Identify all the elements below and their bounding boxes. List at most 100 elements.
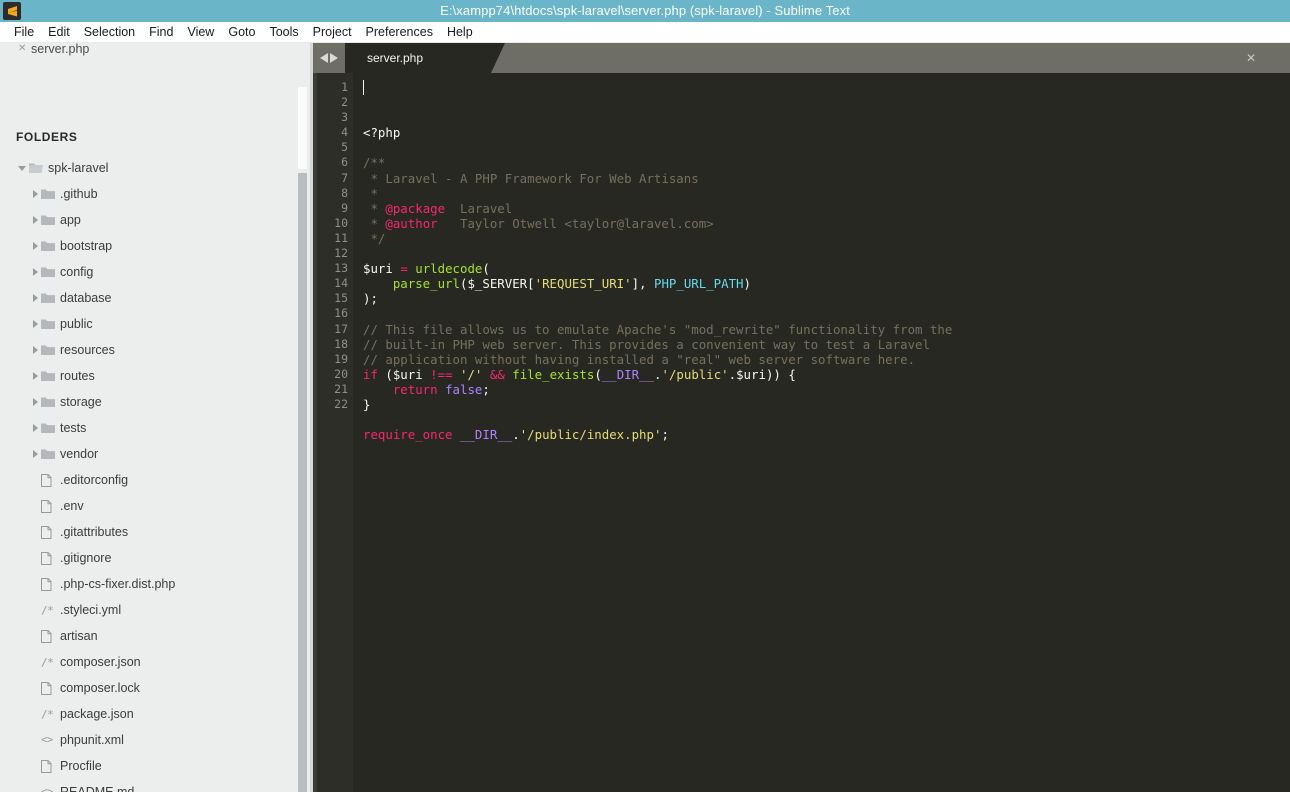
code-token: __DIR__	[601, 366, 655, 382]
code-token: require_once	[363, 427, 453, 443]
sidebar-scrollbar-thumb[interactable]	[298, 173, 307, 792]
tree-row-app[interactable]: app	[0, 207, 313, 233]
chevron-right-icon[interactable]	[30, 449, 41, 460]
tree-row-github[interactable]: .github	[0, 181, 313, 207]
tree-label: Procfile	[60, 759, 102, 773]
code-token: return	[392, 381, 438, 397]
next-tab-icon[interactable]	[330, 52, 339, 64]
folder-icon	[41, 370, 60, 382]
menu-preferences[interactable]: Preferences	[359, 22, 440, 42]
tree-row-config[interactable]: config	[0, 259, 313, 285]
window-title: E:\xampp74\htdocs\spk-laravel\server.php…	[440, 3, 850, 18]
chevron-right-icon[interactable]	[30, 397, 41, 408]
chevron-right-icon[interactable]	[30, 189, 41, 200]
menu-help[interactable]: Help	[440, 22, 480, 42]
menu-edit[interactable]: Edit	[41, 22, 77, 42]
tree-row-editorconfig[interactable]: .editorconfig	[0, 467, 313, 493]
menu-project[interactable]: Project	[306, 22, 359, 42]
code-area[interactable]: 1 2 3 4 5 6 7 8 9 10 11 12 13 14 15 16 17 18 19 20 21 22 <?ph…	[313, 73, 1290, 792]
tree-row-database[interactable]: database	[0, 285, 313, 311]
tree-label: .env	[60, 499, 84, 513]
menu-file[interactable]: File	[7, 22, 41, 42]
tree-row-phpunit-xml[interactable]: <> phpunit.xml	[0, 727, 313, 753]
tree-row-readme-md[interactable]: <> README.md	[0, 779, 313, 792]
tree-row-procfile[interactable]: Procfile	[0, 753, 313, 779]
tree-row-styleci-yml[interactable]: /* .styleci.yml	[0, 597, 313, 623]
chevron-right-icon[interactable]	[30, 319, 41, 330]
tree-row-composer-json[interactable]: /* composer.json	[0, 649, 313, 675]
code-token: __DIR__	[460, 427, 513, 443]
menu-view[interactable]: View	[180, 22, 221, 42]
chevron-right-icon[interactable]	[30, 267, 41, 278]
sidebar-scrollbar-top[interactable]	[298, 87, 307, 169]
markup-file-icon: <>	[41, 786, 53, 792]
chevron-right-icon[interactable]	[30, 215, 41, 226]
code-token: $uri	[363, 261, 401, 277]
chevron-right-icon[interactable]	[30, 371, 41, 382]
editor-pane: server.php ✕ 1 2 3 4 5 6 7 8 9 10 11 12 13 14 15 16 17 18…	[313, 43, 1290, 792]
tree-row-tests[interactable]: tests	[0, 415, 313, 441]
tree-row-gitattributes[interactable]: .gitattributes	[0, 519, 313, 545]
tree-row-package-json[interactable]: /* package.json	[0, 701, 313, 727]
tab-close-icon[interactable]: ✕	[1246, 52, 1256, 64]
code-token: <?php	[363, 125, 401, 141]
tree-row-composer-lock[interactable]: composer.lock	[0, 675, 313, 701]
code-token: '/public'	[661, 366, 729, 382]
open-file-item-server-php[interactable]: ✕ server.php	[0, 43, 313, 59]
tree-row-vendor[interactable]: vendor	[0, 441, 313, 467]
tree-label: tests	[60, 421, 87, 435]
code-token: // application without having installed …	[363, 351, 916, 367]
prev-tab-icon[interactable]	[319, 52, 328, 64]
code-token: // This file allows us to emulate Apache…	[363, 321, 953, 337]
tree-row-routes[interactable]: routes	[0, 363, 313, 389]
line-number: 10	[334, 215, 348, 230]
menu-goto[interactable]: Goto	[221, 22, 262, 42]
tree-row-resources[interactable]: resources	[0, 337, 313, 363]
file-icon	[41, 681, 60, 695]
folder-icon	[41, 448, 60, 460]
menu-selection[interactable]: Selection	[77, 22, 142, 42]
tab-label: server.php	[367, 51, 424, 65]
chevron-right-icon[interactable]	[30, 423, 41, 434]
tree-row-public[interactable]: public	[0, 311, 313, 337]
tree-label: storage	[60, 395, 102, 409]
tree-row-gitignore[interactable]: .gitignore	[0, 545, 313, 571]
tree-row-spk-laravel[interactable]: spk-laravel	[0, 155, 313, 181]
tree-row-php-cs-fixer[interactable]: .php-cs-fixer.dist.php	[0, 571, 313, 597]
tree-label: phpunit.xml	[60, 733, 124, 747]
close-icon[interactable]: ✕	[18, 44, 31, 54]
tree-label: config	[60, 265, 94, 279]
tab-server-php[interactable]: server.php	[345, 43, 505, 73]
menu-tools[interactable]: Tools	[262, 22, 305, 42]
code-line: require_once __DIR__.'/public/index.php'…	[363, 427, 1290, 442]
tree-row-storage[interactable]: storage	[0, 389, 313, 415]
tree-label: resources	[60, 343, 115, 357]
line-number: 12	[334, 246, 348, 261]
line-number: 3	[341, 110, 348, 125]
code-token: Taylor Otwell <taylor@laravel.com>	[437, 215, 714, 231]
title-bar: E:\xampp74\htdocs\spk-laravel\server.php…	[0, 0, 1290, 22]
tree-label: routes	[60, 369, 95, 383]
chevron-down-icon[interactable]	[18, 163, 29, 174]
chevron-right-icon[interactable]	[30, 293, 41, 304]
code-token: file_exists	[512, 366, 595, 382]
chevron-right-icon[interactable]	[30, 241, 41, 252]
code-token: );	[363, 291, 378, 307]
menu-find[interactable]: Find	[142, 22, 180, 42]
comment-file-icon: /*	[41, 603, 54, 617]
code-token: ;	[661, 427, 669, 443]
chevron-right-icon[interactable]	[30, 345, 41, 356]
folder-icon	[41, 422, 60, 434]
tree-row-artisan[interactable]: artisan	[0, 623, 313, 649]
line-number-gutter: 1 2 3 4 5 6 7 8 9 10 11 12 13 14 15 16 17 18 19 20 21 22	[317, 73, 353, 792]
code-token: )) {	[765, 366, 796, 382]
tree-row-env[interactable]: .env	[0, 493, 313, 519]
code-token: urldecode	[415, 261, 483, 277]
code-content[interactable]: <?php /** * Laravel - A PHP Framework Fo…	[353, 73, 1290, 792]
tree-row-bootstrap[interactable]: bootstrap	[0, 233, 313, 259]
